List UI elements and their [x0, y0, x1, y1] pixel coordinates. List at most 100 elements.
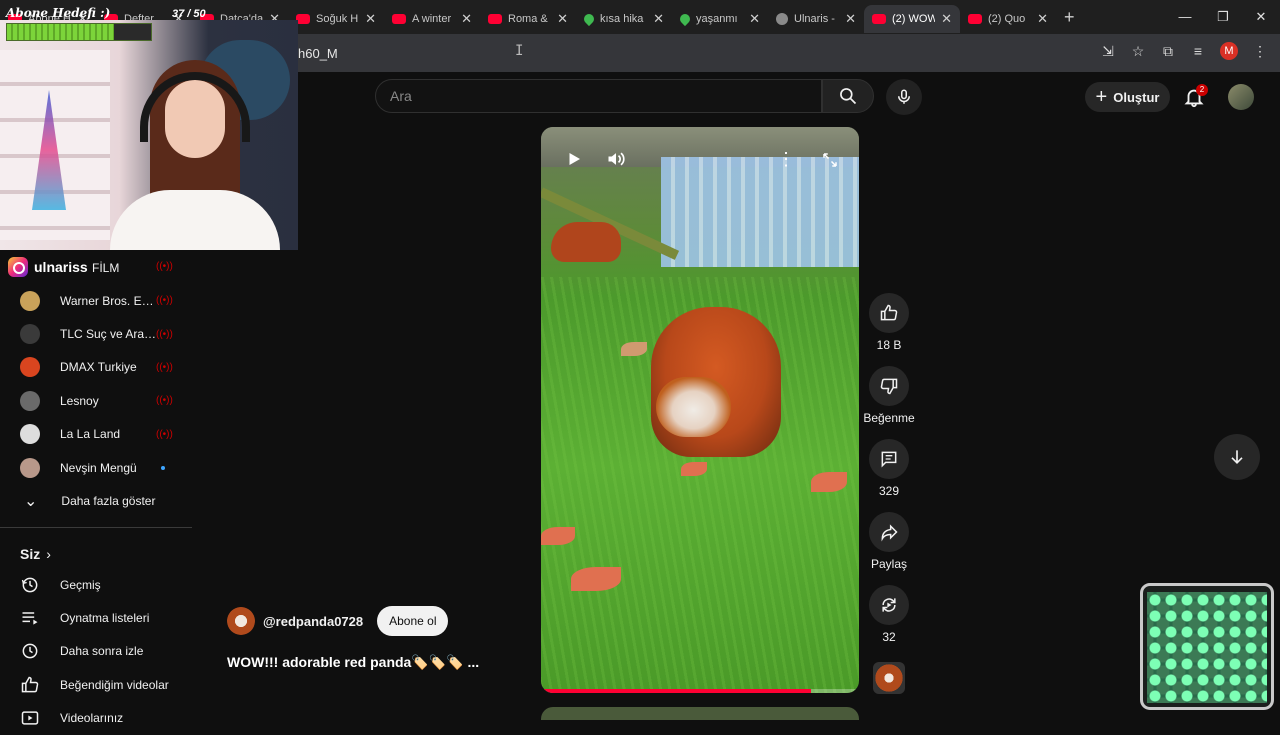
- browser-tab[interactable]: A winter ✕: [384, 5, 480, 33]
- comment-icon: [881, 451, 897, 468]
- channel-avatar[interactable]: [227, 607, 255, 635]
- next-short-preview[interactable]: [541, 707, 859, 720]
- video-controls-left: [565, 149, 627, 169]
- next-short-button[interactable]: [1214, 434, 1260, 480]
- video-progress-bar[interactable]: [541, 689, 859, 693]
- search-input[interactable]: Ara: [375, 79, 822, 113]
- fallen-leaf: [571, 567, 621, 591]
- window-controls: — ❐ ✕: [1166, 0, 1280, 34]
- channel-avatar: [20, 290, 40, 311]
- tab-close-icon[interactable]: ✕: [461, 11, 472, 27]
- browser-tab[interactable]: (2) Quo ✕: [960, 5, 1056, 33]
- tab-title: (2) WOW: [892, 13, 936, 25]
- dislike-button[interactable]: [869, 366, 909, 406]
- sound-thumbnail[interactable]: [873, 662, 905, 694]
- you-label: Siz: [20, 546, 41, 562]
- subscriber-goal-bar: [6, 23, 152, 41]
- channel-avatar: [20, 457, 40, 478]
- create-button[interactable]: + Oluştur: [1085, 82, 1170, 112]
- tab-close-icon[interactable]: ✕: [1037, 11, 1048, 27]
- liked-videos-icon: [21, 676, 39, 693]
- video-progress-fill: [541, 689, 812, 693]
- subscription-item[interactable]: TLC Suç ve Araştırma((•)): [0, 317, 192, 350]
- tab-close-icon[interactable]: ✕: [941, 11, 952, 27]
- like-count: 18 B: [876, 338, 902, 352]
- sidebar-item-film[interactable]: FİLM: [92, 261, 119, 275]
- like-button[interactable]: [869, 293, 909, 333]
- voice-search-button[interactable]: [886, 79, 922, 115]
- minimize-icon[interactable]: —: [1166, 0, 1204, 34]
- browser-tab[interactable]: (2) WOW ✕: [864, 5, 960, 33]
- subscription-item[interactable]: Lesnoy ((•)): [0, 384, 192, 417]
- new-content-dot: [161, 465, 165, 470]
- you-item[interactable]: Daha sonra izle: [0, 635, 192, 668]
- browser-tab[interactable]: Soğuk H ✕: [288, 5, 384, 33]
- search-button[interactable]: [822, 79, 874, 113]
- channel-handle[interactable]: @redpanda0728: [263, 614, 363, 629]
- subscription-item[interactable]: La La Land ((•)): [0, 418, 192, 451]
- install-app-icon[interactable]: ⇲: [1100, 43, 1116, 60]
- tab-close-icon[interactable]: ✕: [749, 11, 760, 27]
- video-title[interactable]: WOW!!! adorable red panda🏷️🏷️🏷️ ...: [227, 654, 479, 671]
- streamer-body: [110, 190, 280, 250]
- you-item[interactable]: Videolarınız: [0, 702, 192, 735]
- tab-close-icon[interactable]: ✕: [653, 11, 664, 27]
- extensions-icon[interactable]: ⧉: [1160, 43, 1176, 60]
- tab-close-icon[interactable]: ✕: [557, 11, 568, 27]
- browser-tab[interactable]: yaşanmı ✕: [672, 5, 768, 33]
- play-icon[interactable]: [565, 150, 583, 168]
- url-text[interactable]: h60_M: [298, 46, 338, 61]
- you-item[interactable]: Oynatma listeleri: [0, 601, 192, 634]
- more-options-icon[interactable]: ⋮: [777, 149, 795, 170]
- live-icon: ((•)): [156, 295, 173, 307]
- short-video-player[interactable]: ⋮: [541, 127, 859, 693]
- red-panda-background: [551, 222, 621, 262]
- you-item[interactable]: Geçmiş: [0, 568, 192, 601]
- show-more-button[interactable]: ⌄ Daha fazla göster: [0, 484, 192, 517]
- your-videos-icon: [21, 711, 39, 725]
- thumbs-down-icon: [880, 378, 898, 395]
- subscribe-button[interactable]: Abone ol: [377, 606, 449, 636]
- subscription-item[interactable]: DMAX Turkiye ((•)): [0, 351, 192, 384]
- you-item-label: Daha sonra izle: [60, 644, 144, 659]
- comments-button[interactable]: [869, 439, 909, 479]
- restore-icon[interactable]: ❐: [1204, 0, 1242, 34]
- subscription-item[interactable]: Nevşin Mengü: [0, 451, 192, 484]
- account-avatar[interactable]: [1228, 84, 1254, 110]
- instagram-handle-overlay: ulnariss: [8, 257, 88, 277]
- live-icon: ((•)): [156, 395, 173, 407]
- profile-avatar[interactable]: M: [1220, 42, 1238, 60]
- subscription-item[interactable]: Warner Bros. Entertainment((•)): [0, 284, 192, 317]
- you-header[interactable]: Siz ›: [0, 540, 192, 568]
- watch-later-icon: [22, 644, 38, 659]
- subscription-name: Warner Bros. Entertainment: [60, 293, 158, 308]
- browser-tab[interactable]: kısa hika ✕: [576, 5, 672, 33]
- you-item-label: Geçmiş: [60, 577, 101, 592]
- fallen-leaf: [541, 527, 575, 545]
- remix-action: 32: [864, 585, 914, 644]
- volume-icon[interactable]: [605, 149, 627, 169]
- comments-action: 329: [864, 439, 914, 498]
- short-actions: 18 B Beğenme 329 Paylaş 32: [863, 293, 915, 658]
- browser-menu-icon[interactable]: ⋮: [1252, 43, 1268, 60]
- youtube-icon: [968, 14, 982, 24]
- tab-close-icon[interactable]: ✕: [365, 11, 376, 27]
- close-window-icon[interactable]: ✕: [1242, 0, 1280, 34]
- tab-title: Ulnaris -: [794, 13, 835, 25]
- browser-tab[interactable]: Roma & ✕: [480, 5, 576, 33]
- new-tab-icon[interactable]: +: [1064, 7, 1075, 28]
- tab-close-icon[interactable]: ✕: [845, 11, 856, 27]
- you-item[interactable]: Beğendiğim videolar: [0, 668, 192, 701]
- media-control-icon[interactable]: ≡: [1190, 43, 1206, 59]
- address-bar-actions: ⇲ ☆ ⧉ ≡ M ⋮: [1100, 42, 1268, 60]
- fallen-leaf: [811, 472, 847, 492]
- remix-icon: [882, 598, 896, 612]
- share-button[interactable]: [869, 512, 909, 552]
- bookmark-star-icon[interactable]: ☆: [1130, 43, 1146, 60]
- live-icon: ((•)): [156, 361, 173, 373]
- browser-tab[interactable]: Ulnaris - ✕: [768, 5, 864, 33]
- webcam-overlay: [0, 20, 298, 250]
- fullscreen-icon[interactable]: [821, 151, 839, 169]
- remix-button[interactable]: [869, 585, 909, 625]
- channel-avatar: [20, 357, 40, 378]
